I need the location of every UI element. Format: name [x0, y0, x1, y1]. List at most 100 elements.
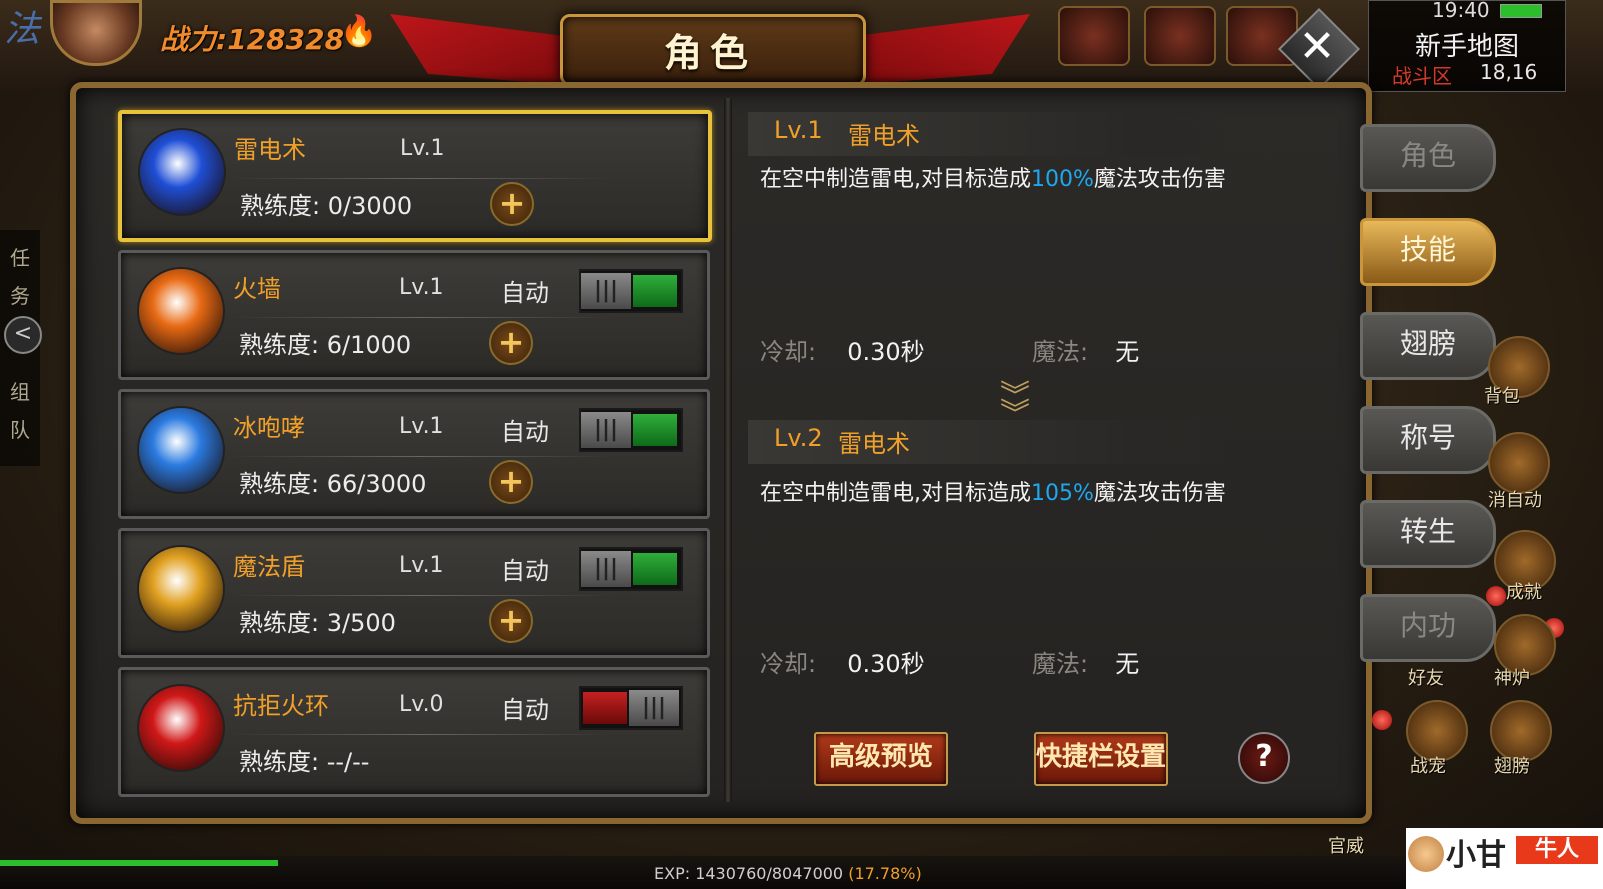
desc-percent: 100% — [1031, 167, 1094, 192]
combat-power: 战力:128328 — [160, 18, 344, 58]
skill-icon — [137, 406, 225, 494]
skill-level: Lv.0 — [399, 692, 444, 717]
auto-battle-icon[interactable] — [1488, 432, 1550, 494]
divider — [231, 734, 611, 735]
cooldown-label: 冷却: — [760, 650, 817, 678]
side-tab[interactable]: 称号 — [1360, 406, 1496, 474]
upgrade-plus-button[interactable]: + — [489, 599, 533, 643]
notification-dot — [1372, 710, 1392, 730]
auto-label: 自动 — [501, 279, 549, 307]
detail-skill-name: 雷电术 — [848, 122, 920, 150]
cooldown-row-2: 冷却: 0.30秒 — [760, 644, 925, 679]
proficiency: 熟练度: 66/3000 — [239, 464, 426, 499]
side-tab[interactable]: 角色 — [1360, 124, 1496, 192]
player-coords: 18,16 — [1480, 60, 1538, 84]
mana-row-2: 魔法: 无 — [1032, 644, 1139, 679]
cooldown-value: 0.30秒 — [847, 338, 925, 366]
proficiency-value: 0/3000 — [327, 192, 413, 220]
side-tab[interactable]: 翅膀 — [1360, 312, 1496, 380]
proficiency-value: --/-- — [326, 748, 370, 776]
flame-icon: 🔥 — [340, 14, 378, 49]
proficiency-label: 熟练度: — [240, 192, 321, 220]
combat-power-label: 战力: — [160, 23, 228, 56]
upgrade-plus-button[interactable]: + — [489, 460, 533, 504]
zone-label: 战斗区 — [1392, 64, 1452, 88]
proficiency-value: 3/500 — [326, 609, 396, 637]
proficiency: 熟练度: --/-- — [239, 742, 369, 777]
cat-logo-icon — [1408, 836, 1444, 872]
skill-name: 冰咆哮 — [233, 414, 305, 442]
auto-toggle[interactable]: ||| — [579, 269, 683, 313]
collapse-arrow-icon[interactable]: < — [4, 316, 42, 354]
desc-percent: 105% — [1031, 481, 1094, 506]
rank-label[interactable]: 官威 — [1328, 832, 1364, 858]
toggle-knob: ||| — [581, 412, 631, 448]
team-tab-char-1[interactable]: 组 — [10, 376, 30, 405]
cancel-auto-label: 消自动 — [1488, 490, 1542, 511]
combat-power-value: 128328 — [227, 23, 345, 56]
skill-card[interactable]: 火墙 Lv.1 自动 熟练度: 6/1000 + ||| — [118, 250, 710, 380]
auto-toggle[interactable]: ||| — [579, 547, 683, 591]
detail-level: Lv.1 — [774, 116, 823, 144]
proficiency: 熟练度: 3/500 — [239, 603, 396, 638]
advanced-preview-button[interactable]: 高级预览 — [814, 732, 948, 786]
auto-toggle[interactable]: ||| — [579, 686, 683, 730]
cooldown-value: 0.30秒 — [847, 650, 925, 678]
map-name: 新手地图 — [1414, 32, 1519, 62]
watermark-text: 小甘 — [1446, 838, 1506, 873]
bag-label: 背包 — [1484, 386, 1520, 407]
skill-card[interactable]: 抗拒火环 Lv.0 自动熟练度: --/-- ||| — [118, 667, 710, 797]
proficiency-value: 66/3000 — [326, 470, 427, 498]
quickbar-settings-button[interactable]: 快捷栏设置 — [1034, 732, 1168, 786]
side-tab[interactable]: 内功 — [1360, 594, 1496, 662]
watermark-badge: 牛人 — [1516, 836, 1598, 864]
pot-icon[interactable] — [1144, 6, 1216, 66]
skill-card[interactable]: 魔法盾 Lv.1 自动 熟练度: 3/500 + ||| — [118, 528, 710, 658]
skill-name: 抗拒火环 — [233, 692, 329, 720]
mana-label: 魔法: — [1032, 650, 1089, 678]
detail-description-2: 在空中制造雷电,对目标造成105%魔法攻击伤害 — [760, 478, 1230, 510]
help-button[interactable]: ? — [1238, 732, 1290, 784]
toggle-knob: ||| — [629, 690, 679, 726]
wings-label: 翅膀 — [1494, 756, 1530, 777]
detail-level: Lv.2 — [774, 424, 823, 452]
divider — [231, 317, 611, 318]
side-tab[interactable]: 转生 — [1360, 500, 1496, 568]
battle-pet-label: 战宠 — [1410, 756, 1446, 777]
desc-text: 在空中制造雷电,对目标造成 — [760, 167, 1031, 192]
skill-icon — [138, 128, 226, 216]
task-tab-char-1[interactable]: 任 — [10, 242, 30, 271]
skill-icon — [137, 545, 225, 633]
proficiency-label: 熟练度: — [239, 331, 320, 359]
skill-icon — [137, 267, 225, 355]
team-tab-char-2[interactable]: 队 — [10, 414, 30, 443]
detail-level-header-1: Lv.1 雷电术 — [748, 112, 1238, 156]
divider — [232, 178, 612, 179]
skill-card[interactable]: 冰咆哮 Lv.1 自动 熟练度: 66/3000 + ||| — [118, 389, 710, 519]
friends-label[interactable]: 好友 — [1408, 664, 1444, 690]
skill-card[interactable]: 雷电术 Lv.1 熟练度: 0/3000 + — [118, 110, 712, 242]
toggle-off-indicator — [583, 692, 627, 724]
notification-dot — [1486, 586, 1506, 606]
exp-value: EXP: 1430760/8047000 — [654, 864, 844, 883]
toggle-on-indicator — [633, 414, 677, 446]
upgrade-plus-button[interactable]: + — [489, 321, 533, 365]
mana-row-1: 魔法: 无 — [1032, 332, 1139, 367]
detail-skill-name: 雷电术 — [838, 430, 910, 458]
detail-level-header-2: Lv.2 雷电术 — [748, 420, 1238, 464]
proficiency-label: 熟练度: — [239, 470, 320, 498]
auto-toggle[interactable]: ||| — [579, 408, 683, 452]
auto-label: 自动 — [501, 696, 549, 724]
close-button[interactable]: ✕ — [1290, 22, 1344, 76]
exp-readout: EXP: 1430760/8047000 (17.78%) — [654, 864, 922, 883]
mana-value: 无 — [1115, 650, 1140, 678]
treasure-icon[interactable] — [1058, 6, 1130, 66]
upgrade-plus-button[interactable]: + — [490, 182, 534, 226]
toggle-on-indicator — [633, 553, 677, 585]
detail-description-1: 在空中制造雷电,对目标造成100%魔法攻击伤害 — [760, 164, 1230, 196]
task-tab-char-2[interactable]: 务 — [10, 280, 30, 309]
battery-icon — [1500, 4, 1542, 18]
desc-text: 在空中制造雷电,对目标造成 — [760, 481, 1031, 506]
exp-percent: (17.78%) — [848, 864, 922, 883]
side-tab[interactable]: 技能 — [1360, 218, 1496, 286]
